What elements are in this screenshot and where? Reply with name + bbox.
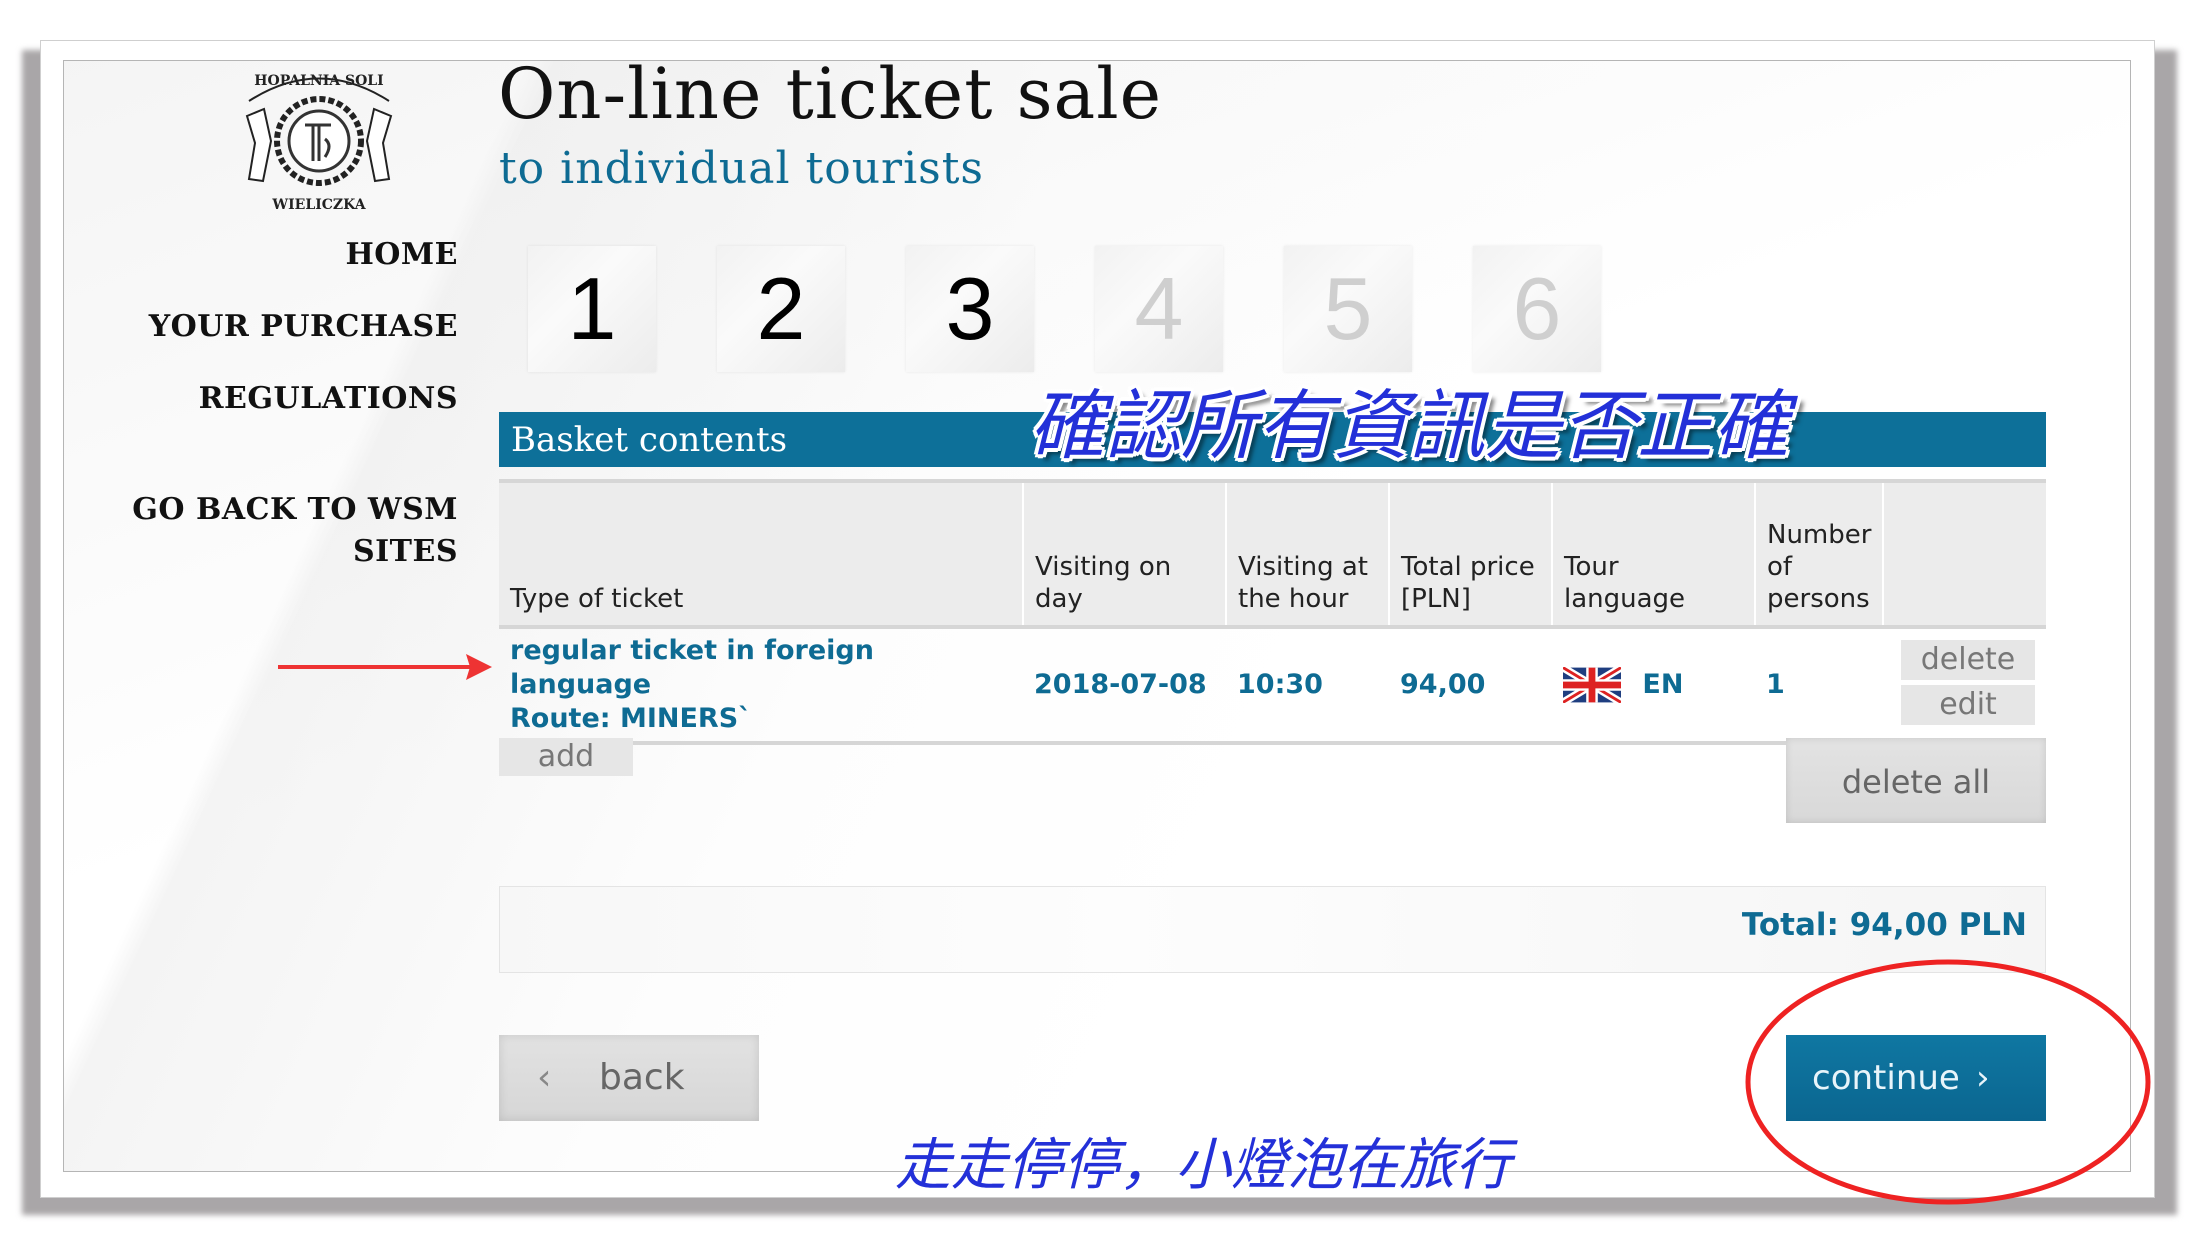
nav-regulations-link[interactable]: REGULATIONS	[199, 381, 458, 416]
basket-header: Basket contents 確認所有資訊是否正確	[499, 381, 2046, 470]
total-box: Total: 94,00 PLN	[499, 886, 2046, 973]
nav-your-purchase[interactable]: YOUR PURCHASE	[149, 309, 458, 344]
col-tour-language: Tour language	[1551, 479, 1755, 629]
ticket-type-text: regular ticket in foreign language	[510, 635, 874, 700]
page-title: On-line ticket sale	[498, 60, 1163, 135]
cell-language: EN	[1552, 627, 1755, 745]
annotation-watermark: 走走停停，小燈泡在旅行	[895, 1133, 1511, 1198]
step-4: 4	[1095, 246, 1223, 372]
step-1: 1	[528, 246, 656, 372]
delete-button[interactable]: delete	[1901, 640, 2035, 680]
step-5: 5	[1284, 246, 1412, 372]
add-button[interactable]: add	[499, 738, 633, 776]
continue-button[interactable]: continue ›	[1786, 1035, 2046, 1121]
cell-actions: delete edit	[1883, 627, 2046, 745]
table-header-row: Type of ticket Visiting on day Visiting …	[499, 479, 2046, 629]
cell-hour: 10:30	[1226, 627, 1389, 745]
edit-button[interactable]: edit	[1901, 685, 2035, 725]
back-button-label: back	[599, 1057, 685, 1098]
back-button[interactable]: ‹ back	[499, 1035, 759, 1121]
continue-button-label: continue	[1812, 1058, 1960, 1098]
language-code: EN	[1642, 669, 1684, 700]
nav-go-back-wsm[interactable]: GO BACK TO WSM SITES	[118, 489, 458, 573]
nav-go-back-wsm-link[interactable]: GO BACK TO WSM SITES	[118, 489, 458, 573]
chevron-left-icon: ‹	[537, 1057, 552, 1098]
basket-title: Basket contents	[511, 420, 788, 460]
col-number-of-persons: Number of persons	[1754, 479, 1883, 629]
col-visiting-on-day: Visiting on day	[1022, 479, 1226, 629]
delete-all-button[interactable]: delete all	[1786, 738, 2046, 823]
page-viewport: HOPALNIA SOLI WIELICZKA HOME YOUR PURCHA…	[63, 60, 2131, 1172]
total-amount: Total: 94,00 PLN	[1741, 907, 2027, 943]
chevron-right-icon: ›	[1976, 1058, 1990, 1098]
step-3: 3	[906, 246, 1034, 372]
step-6: 6	[1473, 246, 1601, 372]
cell-date: 2018-07-08	[1023, 627, 1226, 745]
logo-top-text: HOPALNIA SOLI	[254, 73, 383, 89]
nav-home[interactable]: HOME	[345, 237, 458, 272]
col-visiting-at-hour: Visiting at the hour	[1225, 479, 1389, 629]
uk-flag-icon	[1563, 667, 1621, 703]
col-actions	[1882, 479, 2046, 629]
basket-table: Type of ticket Visiting on day Visiting …	[499, 479, 2046, 745]
nav-home-link[interactable]: HOME	[345, 237, 458, 272]
col-total-price: Total price [PLN]	[1388, 479, 1552, 629]
cell-ticket-type: regular ticket in foreign language Route…	[499, 627, 1023, 745]
nav-regulations[interactable]: REGULATIONS	[199, 381, 458, 416]
salt-mine-crest-logo[interactable]: HOPALNIA SOLI WIELICZKA	[219, 61, 419, 221]
logo-bottom-text: WIELICZKA	[271, 197, 366, 213]
table-row: regular ticket in foreign language Route…	[499, 627, 2046, 745]
col-type-of-ticket: Type of ticket	[499, 479, 1023, 629]
ticket-route-text: Route: MINERS`	[510, 703, 752, 734]
cell-price: 94,00	[1389, 627, 1552, 745]
annotation-overlay-note: 確認所有資訊是否正確	[1029, 381, 1789, 470]
nav-your-purchase-link[interactable]: YOUR PURCHASE	[149, 309, 458, 344]
page-subtitle: to individual tourists	[499, 143, 984, 194]
step-2: 2	[717, 246, 845, 372]
cell-persons: 1	[1755, 627, 1883, 745]
